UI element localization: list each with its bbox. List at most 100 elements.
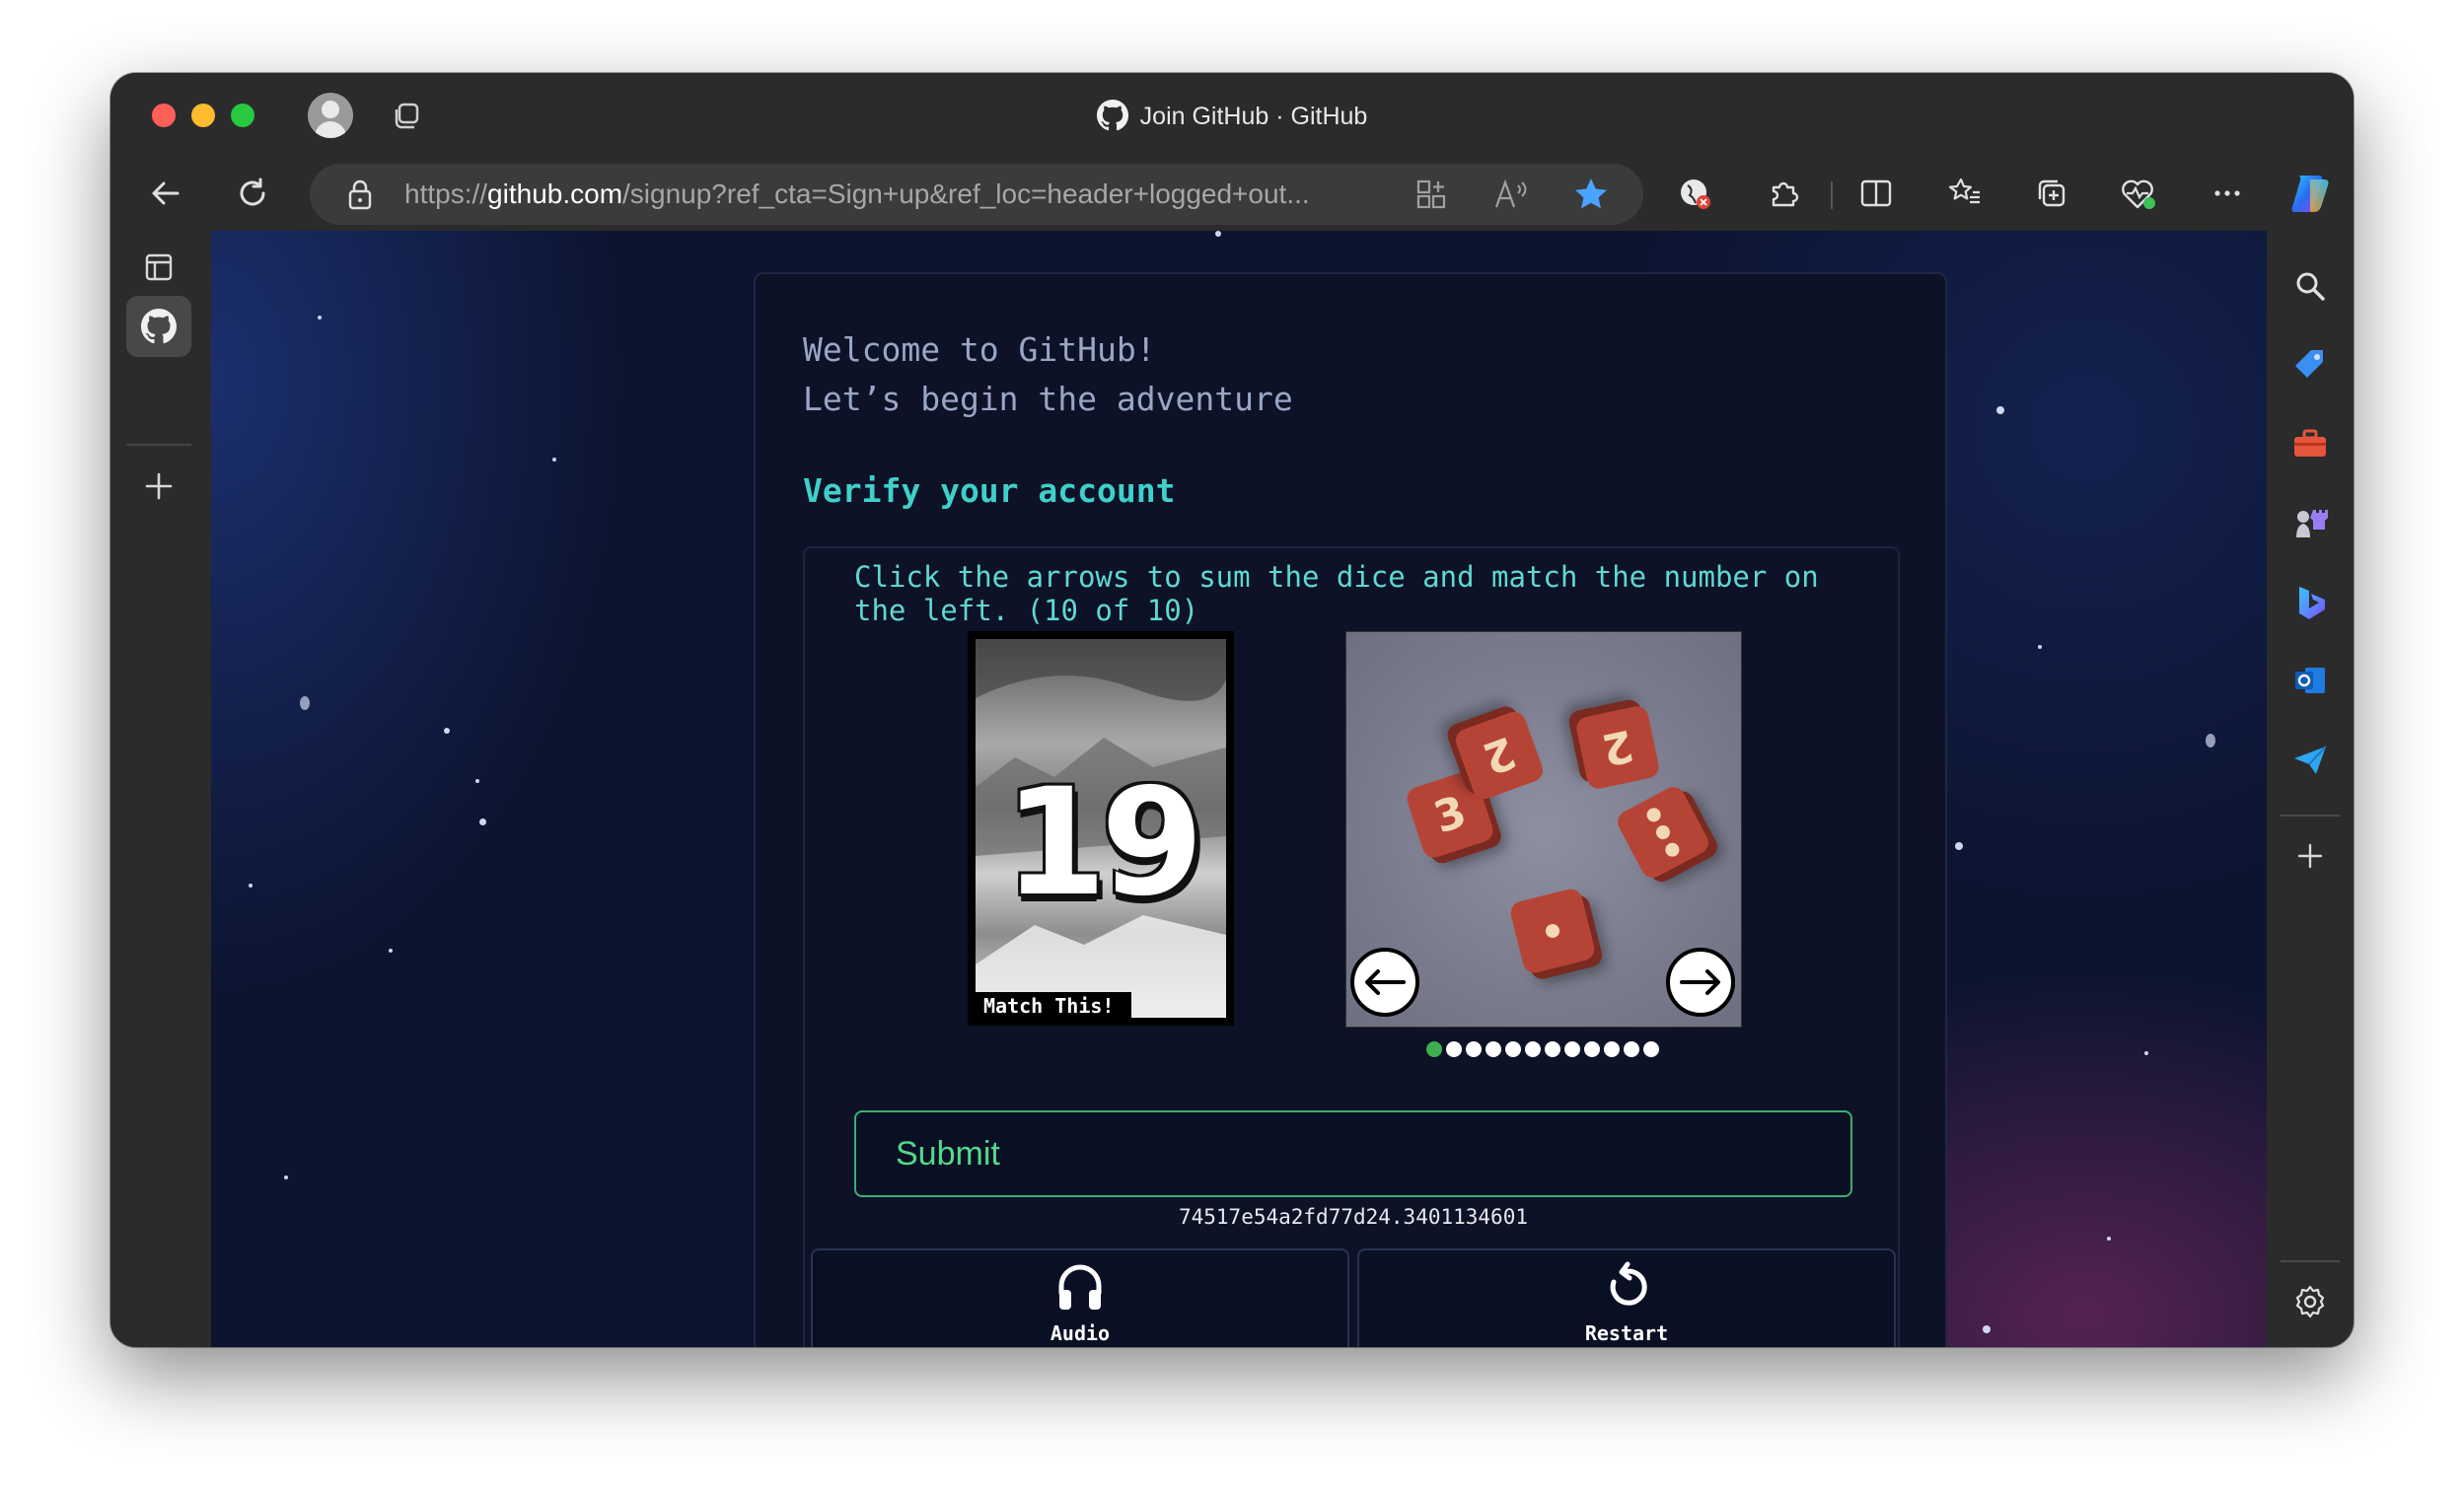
lock-icon[interactable]	[345, 178, 375, 211]
headphones-icon	[1058, 1264, 1102, 1310]
welcome-text: Welcome to GitHub! Let’s begin the adven…	[803, 325, 1293, 424]
split-view-icon[interactable]	[1856, 174, 1896, 213]
copilot-icon[interactable]	[2284, 168, 2336, 219]
rail-divider	[126, 444, 191, 446]
audio-label: Audio	[1050, 1321, 1111, 1345]
star	[300, 696, 310, 710]
search-icon[interactable]	[2288, 264, 2332, 308]
submit-button[interactable]: Submit	[854, 1110, 1852, 1197]
star	[2038, 645, 2042, 649]
star	[284, 1175, 288, 1179]
toolbox-icon[interactable]	[2288, 422, 2332, 465]
carousel-dot	[1525, 1041, 1541, 1057]
carousel-dot	[1545, 1041, 1560, 1057]
url-text[interactable]: https://github.com/signup?ref_cta=Sign+u…	[404, 164, 1391, 225]
star	[1955, 842, 1963, 850]
favorites-icon[interactable]	[1945, 174, 1985, 213]
send-icon[interactable]	[2288, 738, 2332, 781]
session-id: 74517e54a2fd77d24.3401134601	[1178, 1205, 1528, 1229]
carousel-dot	[1643, 1041, 1659, 1057]
carousel-dot	[1486, 1041, 1501, 1057]
window-title: Join GitHub · GitHub	[110, 97, 2354, 136]
previous-arrow-button[interactable]	[1350, 948, 1419, 1017]
star	[475, 779, 479, 783]
next-arrow-button[interactable]	[1666, 948, 1735, 1017]
browser-window: Join GitHub · GitHub https://github.com/…	[110, 73, 2354, 1347]
github-icon	[1096, 99, 1128, 131]
collections-icon[interactable]	[2032, 174, 2071, 213]
target-number: 19	[1003, 757, 1204, 929]
star	[249, 884, 253, 888]
games-icon[interactable]	[2288, 501, 2332, 544]
carousel-dot	[1426, 1041, 1442, 1057]
star	[2206, 734, 2215, 748]
add-tab-icon[interactable]	[126, 456, 191, 517]
add-icon[interactable]	[2288, 834, 2332, 878]
puzzle-icon[interactable]	[1764, 174, 1803, 213]
page-viewport: Welcome to GitHub! Let’s begin the adven…	[211, 231, 2267, 1347]
address-bar[interactable]: https://github.com/signup?ref_cta=Sign+u…	[310, 164, 1643, 225]
restart-icon	[1610, 1261, 1647, 1306]
target-number-card: 19 Match This!	[968, 631, 1234, 1026]
captcha-panel: Click the arrows to sum the dice and mat…	[803, 546, 1900, 1347]
shopping-tag-icon[interactable]	[2288, 343, 2332, 387]
github-tab-icon[interactable]	[126, 296, 191, 357]
arrow-left-icon	[1365, 969, 1406, 995]
die	[1613, 782, 1713, 883]
read-aloud-icon[interactable]	[1493, 178, 1529, 216]
carousel-dot	[1466, 1041, 1482, 1057]
die-face: 2	[1476, 726, 1523, 785]
extension-icon[interactable]	[1675, 174, 1714, 213]
bing-icon[interactable]	[2288, 580, 2332, 623]
captcha-instructions: Click the arrows to sum the dice and mat…	[854, 560, 1819, 627]
sidebar-divider-bottom	[2281, 1260, 2340, 1262]
carousel-dot	[1446, 1041, 1462, 1057]
carousel-dot	[1564, 1041, 1580, 1057]
star	[389, 949, 393, 953]
back-arrow-icon[interactable]	[146, 174, 185, 213]
refresh-icon[interactable]	[233, 174, 272, 213]
sidebar-toggle-icon[interactable]	[126, 237, 191, 298]
restart-label: Restart	[1584, 1321, 1669, 1345]
die-face: 3	[1427, 786, 1473, 843]
welcome-line-2: Let’s begin the adventure	[803, 380, 1293, 418]
star	[552, 458, 556, 462]
vertical-tab-bar	[110, 231, 211, 1347]
carousel-dot	[1604, 1041, 1620, 1057]
audio-button[interactable]: Audio	[811, 1248, 1349, 1347]
target-image: 19 Match This!	[976, 639, 1226, 1018]
arrow-right-icon	[1680, 969, 1720, 995]
tab-title: Join GitHub · GitHub	[1139, 103, 1368, 130]
star	[1983, 1325, 1991, 1333]
carousel-dot	[1624, 1041, 1639, 1057]
star	[479, 819, 486, 825]
die: 2	[1574, 704, 1661, 791]
more-icon[interactable]	[2208, 174, 2247, 213]
signup-card: Welcome to GitHub! Let’s begin the adven…	[754, 272, 1947, 1347]
sidebar-divider	[2281, 815, 2340, 817]
carousel-dots	[1426, 1041, 1659, 1059]
star	[1215, 231, 1221, 237]
restart-button[interactable]: Restart	[1357, 1248, 1896, 1347]
favorite-star-icon[interactable]	[1572, 176, 1610, 218]
match-label: Match This!	[976, 992, 1132, 1018]
outlook-icon[interactable]	[2288, 659, 2332, 702]
star	[444, 728, 450, 734]
dice-image: 3 2 2	[1345, 631, 1742, 1028]
star	[2144, 1051, 2148, 1055]
settings-icon[interactable]	[2288, 1280, 2332, 1323]
split-screen-icon[interactable]	[1414, 178, 1448, 216]
welcome-line-1: Welcome to GitHub!	[803, 330, 1156, 369]
star	[318, 316, 322, 320]
star	[2107, 1237, 2111, 1241]
carousel-dot	[1505, 1041, 1521, 1057]
carousel-dot	[1584, 1041, 1600, 1057]
navigation-bar: https://github.com/signup?ref_cta=Sign+u…	[110, 158, 2354, 231]
title-bar: Join GitHub · GitHub	[110, 73, 2354, 158]
die	[1508, 887, 1597, 975]
health-icon[interactable]	[2119, 174, 2158, 213]
star	[1996, 406, 2004, 414]
die-face: 2	[1597, 719, 1638, 776]
verify-heading: Verify your account	[803, 471, 1176, 510]
edge-sidebar	[2267, 231, 2354, 1347]
